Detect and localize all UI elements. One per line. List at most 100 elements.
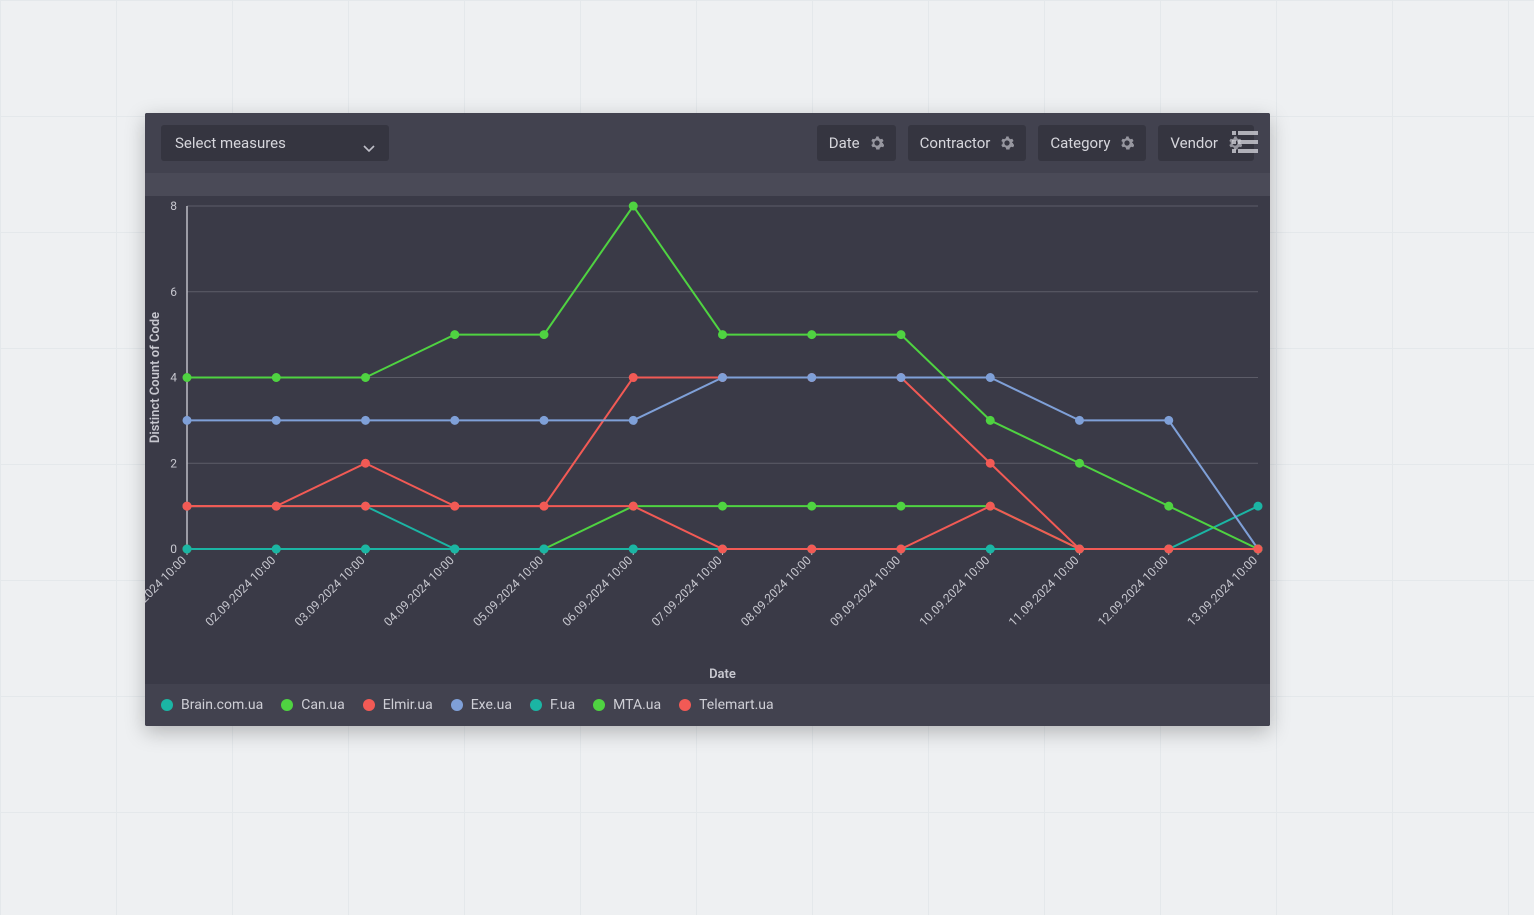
legend-item-label: Can.ua [301,697,344,713]
series-point[interactable] [897,502,906,511]
filter-chip-label: Contractor [920,134,991,152]
y-axis-title: Distinct Count of Code [148,312,163,443]
legend-item[interactable]: Exe.ua [451,697,512,713]
series-point[interactable] [986,373,995,382]
series-point[interactable] [986,502,995,511]
legend-dot-icon [363,699,375,711]
legend-dot-icon [679,699,691,711]
series-point[interactable] [629,416,638,425]
series-point[interactable] [1075,459,1084,468]
series-point[interactable] [718,373,727,382]
series-point[interactable] [807,330,816,339]
x-axis-title: Date [709,667,736,682]
x-tick-label: 06.09.2024 10:00 [560,553,636,629]
series-point[interactable] [183,545,192,554]
legend-dot-icon [451,699,463,711]
filter-chip-label: Vendor [1170,134,1218,152]
x-tick-label: 02.09.2024 10:00 [203,553,279,629]
legend-dot-icon [593,699,605,711]
x-tick-label: 04.09.2024 10:00 [381,553,457,629]
x-tick-label: 03.09.2024 10:00 [292,553,368,629]
series-point[interactable] [629,373,638,382]
x-tick-label: 10.09.2024 10:00 [917,553,993,629]
series-point[interactable] [986,416,995,425]
series-point[interactable] [1254,502,1263,511]
x-tick-label: 07.09.2024 10:00 [649,553,725,629]
series-point[interactable] [629,502,638,511]
series-point[interactable] [450,545,459,554]
series-point[interactable] [540,545,549,554]
series-point[interactable] [1075,416,1084,425]
series-point[interactable] [1164,545,1173,554]
filter-chip-category[interactable]: Category [1038,125,1146,161]
series-point[interactable] [718,545,727,554]
legend-dot-icon [161,699,173,711]
legend-item-label: MTA.ua [613,697,661,713]
legend-item[interactable]: F.ua [530,697,575,713]
series-point[interactable] [629,545,638,554]
series-point[interactable] [272,416,281,425]
legend-item-label: Elmir.ua [383,697,433,713]
y-tick-label: 4 [170,371,177,385]
series-point[interactable] [807,373,816,382]
series-point[interactable] [807,545,816,554]
series-point[interactable] [183,416,192,425]
series-point[interactable] [629,202,638,211]
series-point[interactable] [272,545,281,554]
series-point[interactable] [183,502,192,511]
x-tick-label: 08.09.2024 10:00 [738,553,814,629]
series-point[interactable] [361,502,370,511]
legend-item[interactable]: Can.ua [281,697,344,713]
gear-icon [870,136,884,150]
toolbar: Select measures Date Contractor Category Ve… [145,113,1270,173]
series-point[interactable] [540,502,549,511]
series-point[interactable] [718,502,727,511]
legend-item[interactable]: MTA.ua [593,697,661,713]
series-point[interactable] [450,416,459,425]
series-point[interactable] [540,416,549,425]
legend-dot-icon [530,699,542,711]
legend-bar: Brain.com.ua Can.ua Elmir.ua Exe.ua F.ua MTA.… [145,684,1270,726]
series-point[interactable] [183,373,192,382]
legend-item-label: Exe.ua [471,697,512,713]
measures-dropdown[interactable]: Select measures [161,125,389,161]
series-point[interactable] [272,502,281,511]
legend-item-label: Brain.com.ua [181,697,263,713]
x-tick-label: 05.09.2024 10:00 [470,553,546,629]
series-point[interactable] [986,545,995,554]
filter-chip-date[interactable]: Date [817,125,896,161]
chart-panel: Select measures Date Contractor Category Ve… [145,113,1270,726]
y-tick-label: 8 [170,199,177,213]
series-point[interactable] [361,416,370,425]
legend-item[interactable]: Elmir.ua [363,697,433,713]
series-point[interactable] [450,330,459,339]
series-point[interactable] [272,373,281,382]
series-point[interactable] [1254,545,1263,554]
filter-chip-label: Date [829,134,860,152]
series-point[interactable] [1164,502,1173,511]
series-point[interactable] [986,459,995,468]
series-point[interactable] [897,545,906,554]
y-tick-label: 6 [170,285,177,299]
legend-item[interactable]: Brain.com.ua [161,697,263,713]
legend-toggle-icon[interactable] [1232,131,1258,153]
legend-item[interactable]: Telemart.ua [679,697,774,713]
series-point[interactable] [361,373,370,382]
series-point[interactable] [897,373,906,382]
series-point[interactable] [897,330,906,339]
series-line [187,506,1258,549]
filter-chip-contractor[interactable]: Contractor [908,125,1027,161]
series-point[interactable] [1075,545,1084,554]
series-point[interactable] [361,459,370,468]
filter-chip-label: Category [1050,134,1110,152]
series-point[interactable] [1164,416,1173,425]
legend-item-label: Telemart.ua [699,697,774,713]
series-point[interactable] [718,330,727,339]
series-line [187,506,1258,549]
series-point[interactable] [361,545,370,554]
series-point[interactable] [450,502,459,511]
series-point[interactable] [540,330,549,339]
y-tick-label: 2 [170,456,177,470]
x-tick-label: 12.09.2024 10:00 [1095,553,1171,629]
series-point[interactable] [807,502,816,511]
